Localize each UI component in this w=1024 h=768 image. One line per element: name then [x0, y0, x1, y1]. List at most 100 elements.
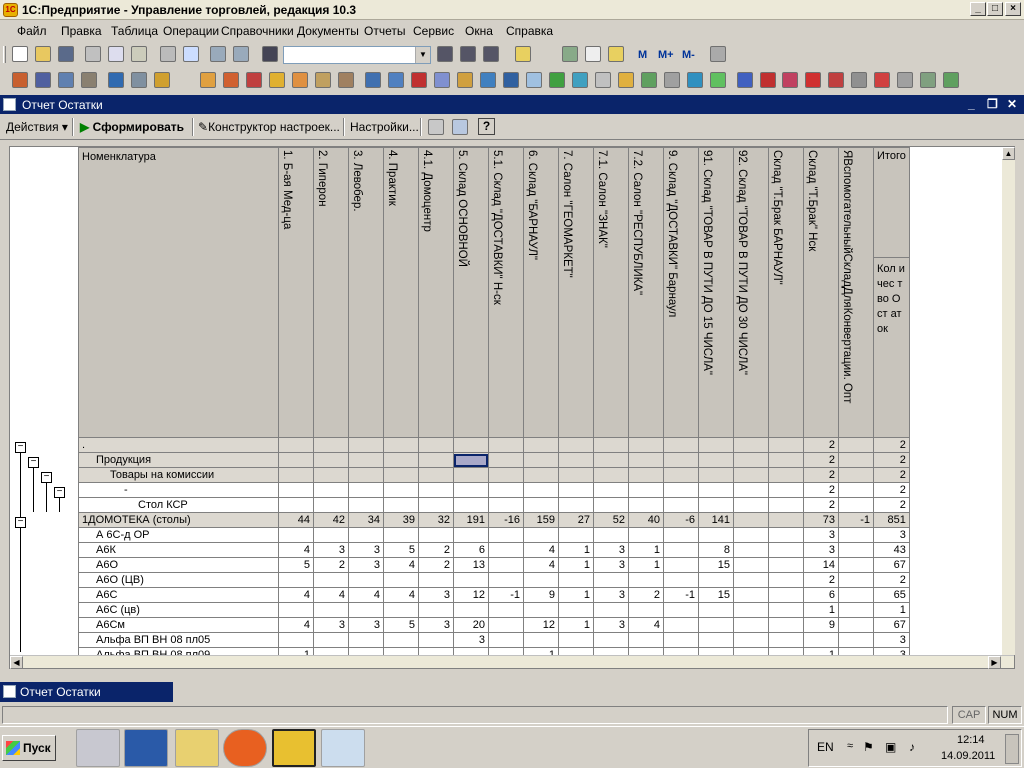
value-cell[interactable]: [453, 602, 489, 618]
1c-app-icon[interactable]: [272, 729, 316, 767]
value-cell[interactable]: 3: [313, 542, 349, 558]
menu-item-5[interactable]: Документы: [297, 24, 359, 38]
toolbar-action-icon[interactable]: [411, 72, 427, 88]
total-cell[interactable]: 851: [873, 512, 910, 528]
value-cell[interactable]: [348, 437, 384, 453]
toolbar-action-icon[interactable]: [572, 72, 588, 88]
value-cell[interactable]: [453, 647, 489, 655]
value-cell[interactable]: [663, 557, 699, 573]
total-cell[interactable]: 3: [873, 647, 910, 655]
value-cell[interactable]: [593, 482, 629, 498]
value-cell[interactable]: [523, 602, 559, 618]
value-cell[interactable]: [523, 437, 559, 453]
value-cell[interactable]: [558, 467, 594, 483]
toolbar-action-icon[interactable]: [710, 72, 726, 88]
value-cell[interactable]: 3: [803, 527, 839, 543]
value-cell[interactable]: [558, 632, 594, 648]
toolbar-action-icon[interactable]: [154, 72, 170, 88]
menu-item-9[interactable]: Справка: [506, 24, 553, 38]
value-cell[interactable]: 3: [348, 542, 384, 558]
toolbar-action-icon[interactable]: [292, 72, 308, 88]
value-cell[interactable]: [698, 602, 734, 618]
toolbar-action-icon[interactable]: [223, 72, 239, 88]
find-prev-icon[interactable]: [460, 46, 476, 62]
value-cell[interactable]: 4: [523, 542, 559, 558]
value-cell[interactable]: [278, 482, 314, 498]
undo-icon[interactable]: [210, 46, 226, 62]
total-cell[interactable]: 43: [873, 542, 910, 558]
menu-item-3[interactable]: Операции: [163, 24, 219, 38]
value-cell[interactable]: [838, 602, 874, 618]
value-cell[interactable]: [488, 452, 524, 468]
value-cell[interactable]: [663, 482, 699, 498]
value-cell[interactable]: [488, 647, 524, 655]
value-cell[interactable]: [313, 527, 349, 543]
value-cell[interactable]: 14: [803, 557, 839, 573]
total-cell[interactable]: 2: [873, 467, 910, 483]
value-cell[interactable]: [663, 437, 699, 453]
value-cell[interactable]: [768, 587, 804, 603]
maximize-button[interactable]: □: [987, 2, 1003, 16]
value-cell[interactable]: 2: [803, 572, 839, 588]
value-cell[interactable]: -1: [663, 587, 699, 603]
settings-button[interactable]: Настройки...: [350, 120, 419, 134]
value-cell[interactable]: 4: [278, 542, 314, 558]
table-row[interactable]: Альфа ВП ВН 08 пл05 3 3: [78, 632, 910, 648]
value-cell[interactable]: [558, 527, 594, 543]
total-cell[interactable]: 67: [873, 617, 910, 633]
toolbar-action-icon[interactable]: [457, 72, 473, 88]
memory-button[interactable]: M: [638, 49, 647, 61]
value-cell[interactable]: [348, 572, 384, 588]
toolbar-action-icon[interactable]: [943, 72, 959, 88]
value-cell[interactable]: [313, 467, 349, 483]
table-row[interactable]: 1ДОМОТЕКА (столы) 44 42 34 39 32 191 -16 159 27 52…: [78, 512, 910, 528]
value-cell[interactable]: [838, 527, 874, 543]
explorer-computer-icon[interactable]: [76, 729, 120, 767]
value-cell[interactable]: [838, 497, 874, 513]
toolbar-action-icon[interactable]: [526, 72, 542, 88]
value-cell[interactable]: [593, 467, 629, 483]
toolbar-action-icon[interactable]: [35, 72, 51, 88]
toolbar-action-icon[interactable]: [897, 72, 913, 88]
value-cell[interactable]: [838, 557, 874, 573]
toolbar-action-icon[interactable]: [58, 72, 74, 88]
value-cell[interactable]: 52: [593, 512, 629, 528]
toolbar-action-icon[interactable]: [595, 72, 611, 88]
total-cell[interactable]: 2: [873, 437, 910, 453]
selected-cell[interactable]: [454, 453, 488, 467]
value-cell[interactable]: [768, 497, 804, 513]
value-cell[interactable]: 2: [803, 467, 839, 483]
value-cell[interactable]: [278, 467, 314, 483]
value-cell[interactable]: [488, 632, 524, 648]
value-cell[interactable]: [838, 437, 874, 453]
collapse-icon[interactable]: −: [15, 517, 26, 528]
value-cell[interactable]: [558, 572, 594, 588]
value-cell[interactable]: [523, 572, 559, 588]
value-cell[interactable]: [593, 497, 629, 513]
value-cell[interactable]: [803, 632, 839, 648]
value-cell[interactable]: [488, 617, 524, 633]
value-cell[interactable]: [733, 467, 769, 483]
value-cell[interactable]: [348, 482, 384, 498]
value-cell[interactable]: 5: [278, 557, 314, 573]
value-cell[interactable]: [663, 647, 699, 655]
value-cell[interactable]: [838, 467, 874, 483]
flag-icon[interactable]: ⚑: [863, 740, 874, 754]
menu-item-7[interactable]: Сервис: [413, 24, 454, 38]
value-cell[interactable]: [768, 647, 804, 655]
preview-icon[interactable]: [183, 46, 199, 62]
value-cell[interactable]: [383, 452, 419, 468]
value-cell[interactable]: 3: [313, 617, 349, 633]
value-cell[interactable]: [838, 587, 874, 603]
clock-date[interactable]: 14.09.2011: [941, 750, 995, 762]
value-cell[interactable]: [698, 632, 734, 648]
network-icon[interactable]: ▣: [885, 740, 896, 754]
menu-item-4[interactable]: Справочники: [221, 24, 294, 38]
value-cell[interactable]: [768, 527, 804, 543]
value-cell[interactable]: 5: [383, 542, 419, 558]
value-cell[interactable]: 141: [698, 512, 734, 528]
redo-icon[interactable]: [233, 46, 249, 62]
toolbar-action-icon[interactable]: [315, 72, 331, 88]
value-cell[interactable]: 9: [523, 587, 559, 603]
value-cell[interactable]: [698, 497, 734, 513]
